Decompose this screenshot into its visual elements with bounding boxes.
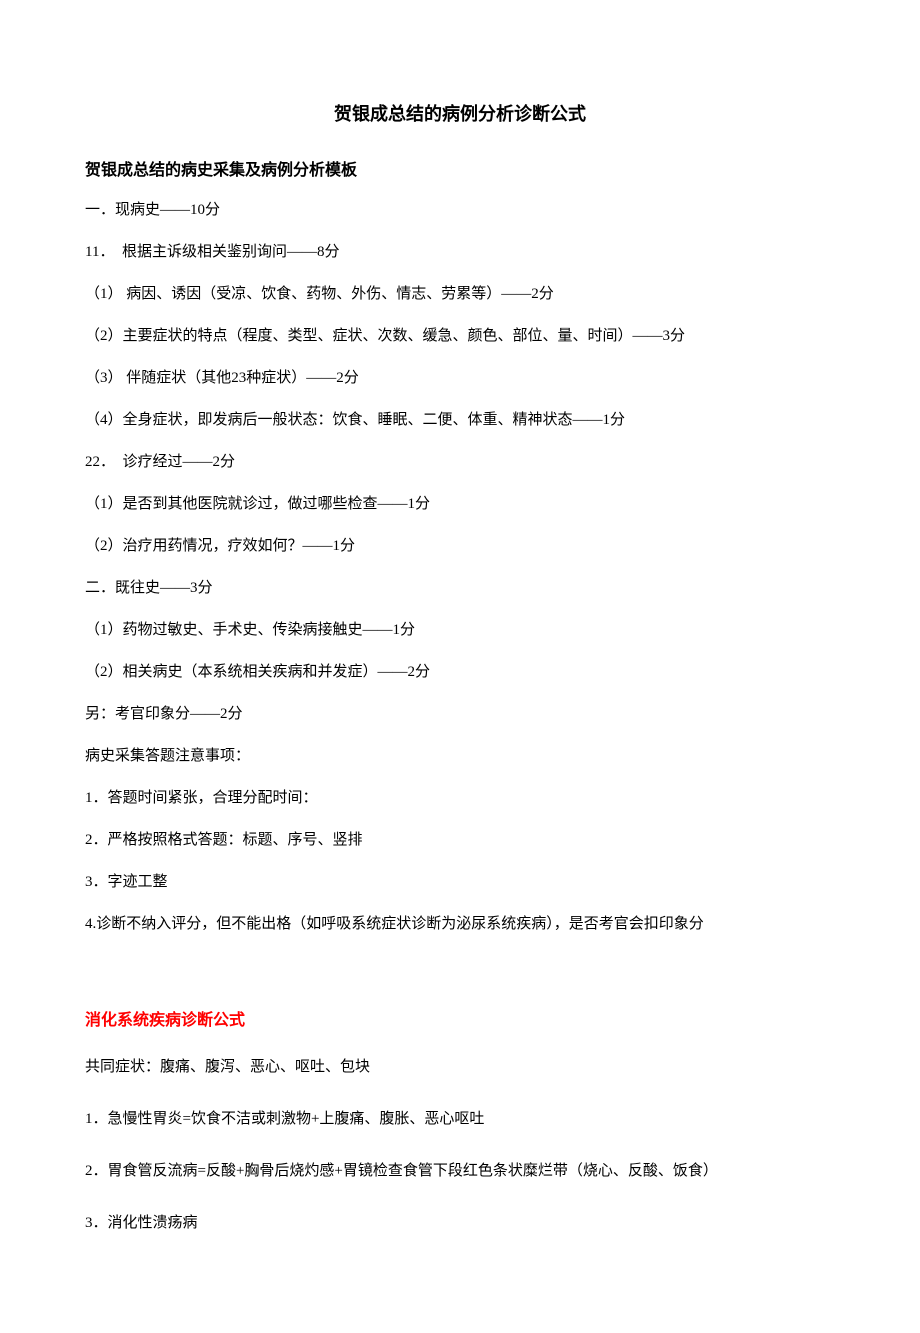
content-line: （1）药物过敏史、手术史、传染病接触史——1分 [85, 618, 835, 642]
content-line: 2．严格按照格式答题：标题、序号、竖排 [85, 828, 835, 852]
document-subtitle: 贺银成总结的病史采集及病例分析模板 [85, 156, 835, 180]
content-line: （2）治疗用药情况，疗效如何？——1分 [85, 534, 835, 558]
document-title: 贺银成总结的病例分析诊断公式 [85, 100, 835, 126]
content-line: 11． 根据主诉级相关鉴别询问——8分 [85, 240, 835, 264]
content-line: （2）主要症状的特点（程度、类型、症状、次数、缓急、颜色、部位、量、时间）——3… [85, 324, 835, 348]
content-line: 病史采集答题注意事项： [85, 744, 835, 768]
content-line: 3．字迹工整 [85, 870, 835, 894]
content-line: 二．既往史——3分 [85, 576, 835, 600]
content-line: （4）全身症状，即发病后一般状态：饮食、睡眠、二便、体重、精神状态——1分 [85, 408, 835, 432]
section-line: 2．胃食管反流病=反酸+胸骨后烧灼感+胃镜检查食管下段红色条状糜烂带（烧心、反酸… [85, 1159, 835, 1183]
content-line: 22． 诊疗经过——2分 [85, 450, 835, 474]
content-line: （3） 伴随症状（其他23种症状）——2分 [85, 366, 835, 390]
content-line: 1．答题时间紧张，合理分配时间： [85, 786, 835, 810]
section-heading: 消化系统疾病诊断公式 [85, 1006, 835, 1030]
content-line: （2）相关病史（本系统相关疾病和并发症）——2分 [85, 660, 835, 684]
section-line: 共同症状：腹痛、腹泻、恶心、呕吐、包块 [85, 1055, 835, 1079]
content-line: 一．现病史——10分 [85, 198, 835, 222]
content-line: （1）是否到其他医院就诊过，做过哪些检查——1分 [85, 492, 835, 516]
content-line: （1） 病因、诱因（受凉、饮食、药物、外伤、情志、劳累等）——2分 [85, 282, 835, 306]
content-line: 另：考官印象分——2分 [85, 702, 835, 726]
section-line: 3．消化性溃疡病 [85, 1211, 835, 1235]
section-line: 1．急慢性胃炎=饮食不洁或刺激物+上腹痛、腹胀、恶心呕吐 [85, 1107, 835, 1131]
content-line: 4.诊断不纳入评分，但不能出格（如呼吸系统症状诊断为泌尿系统疾病），是否考官会扣… [85, 912, 835, 936]
